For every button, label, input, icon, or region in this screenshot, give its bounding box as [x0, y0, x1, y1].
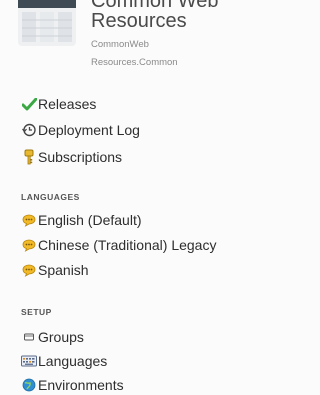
nav-item-releases[interactable]: Releases	[21, 94, 96, 114]
language-label: English (Default)	[38, 212, 142, 228]
language-item[interactable]: English (Default)	[21, 210, 142, 230]
speech-bubble-icon	[21, 237, 37, 253]
speech-bubble-icon	[21, 212, 37, 228]
nav-item-languages[interactable]: Languages	[21, 351, 107, 371]
speech-bubble-icon	[21, 262, 37, 278]
language-item[interactable]: Chinese (Traditional) Legacy	[21, 235, 216, 255]
project-header: Common Web Resources CommonWeb Resources…	[0, 0, 279, 80]
nav-item-label: Groups	[38, 329, 84, 345]
nav-item-label: Environments	[38, 377, 124, 393]
language-label: Spanish	[38, 262, 89, 278]
nav-item-subscriptions[interactable]: Subscriptions	[21, 147, 122, 167]
keyboard-icon	[21, 353, 37, 369]
nav-item-deployment-log[interactable]: Deployment Log	[21, 120, 140, 140]
nav-item-label: Releases	[38, 96, 97, 112]
key-icon	[21, 149, 37, 165]
nav-item-environments[interactable]: Environments	[21, 375, 124, 395]
project-id: Resources.Common	[91, 57, 178, 68]
globe-icon	[21, 377, 37, 393]
check-icon	[21, 96, 37, 112]
project-title[interactable]: Resources	[91, 10, 187, 32]
section-heading-setup: SETUP	[21, 307, 52, 317]
project-logo[interactable]	[18, 0, 76, 46]
nav-item-label: Subscriptions	[38, 149, 123, 165]
nav-item-groups[interactable]: Groups	[21, 327, 84, 347]
section-heading-languages: LANGUAGES	[21, 192, 80, 202]
language-label: Chinese (Traditional) Legacy	[38, 237, 217, 253]
language-item[interactable]: Spanish	[21, 260, 89, 280]
project-group-name: CommonWeb	[91, 39, 149, 50]
folder-icon	[21, 329, 37, 345]
nav-item-label: Deployment Log	[38, 122, 140, 138]
nav-item-label: Languages	[38, 353, 108, 369]
history-icon	[21, 122, 37, 138]
